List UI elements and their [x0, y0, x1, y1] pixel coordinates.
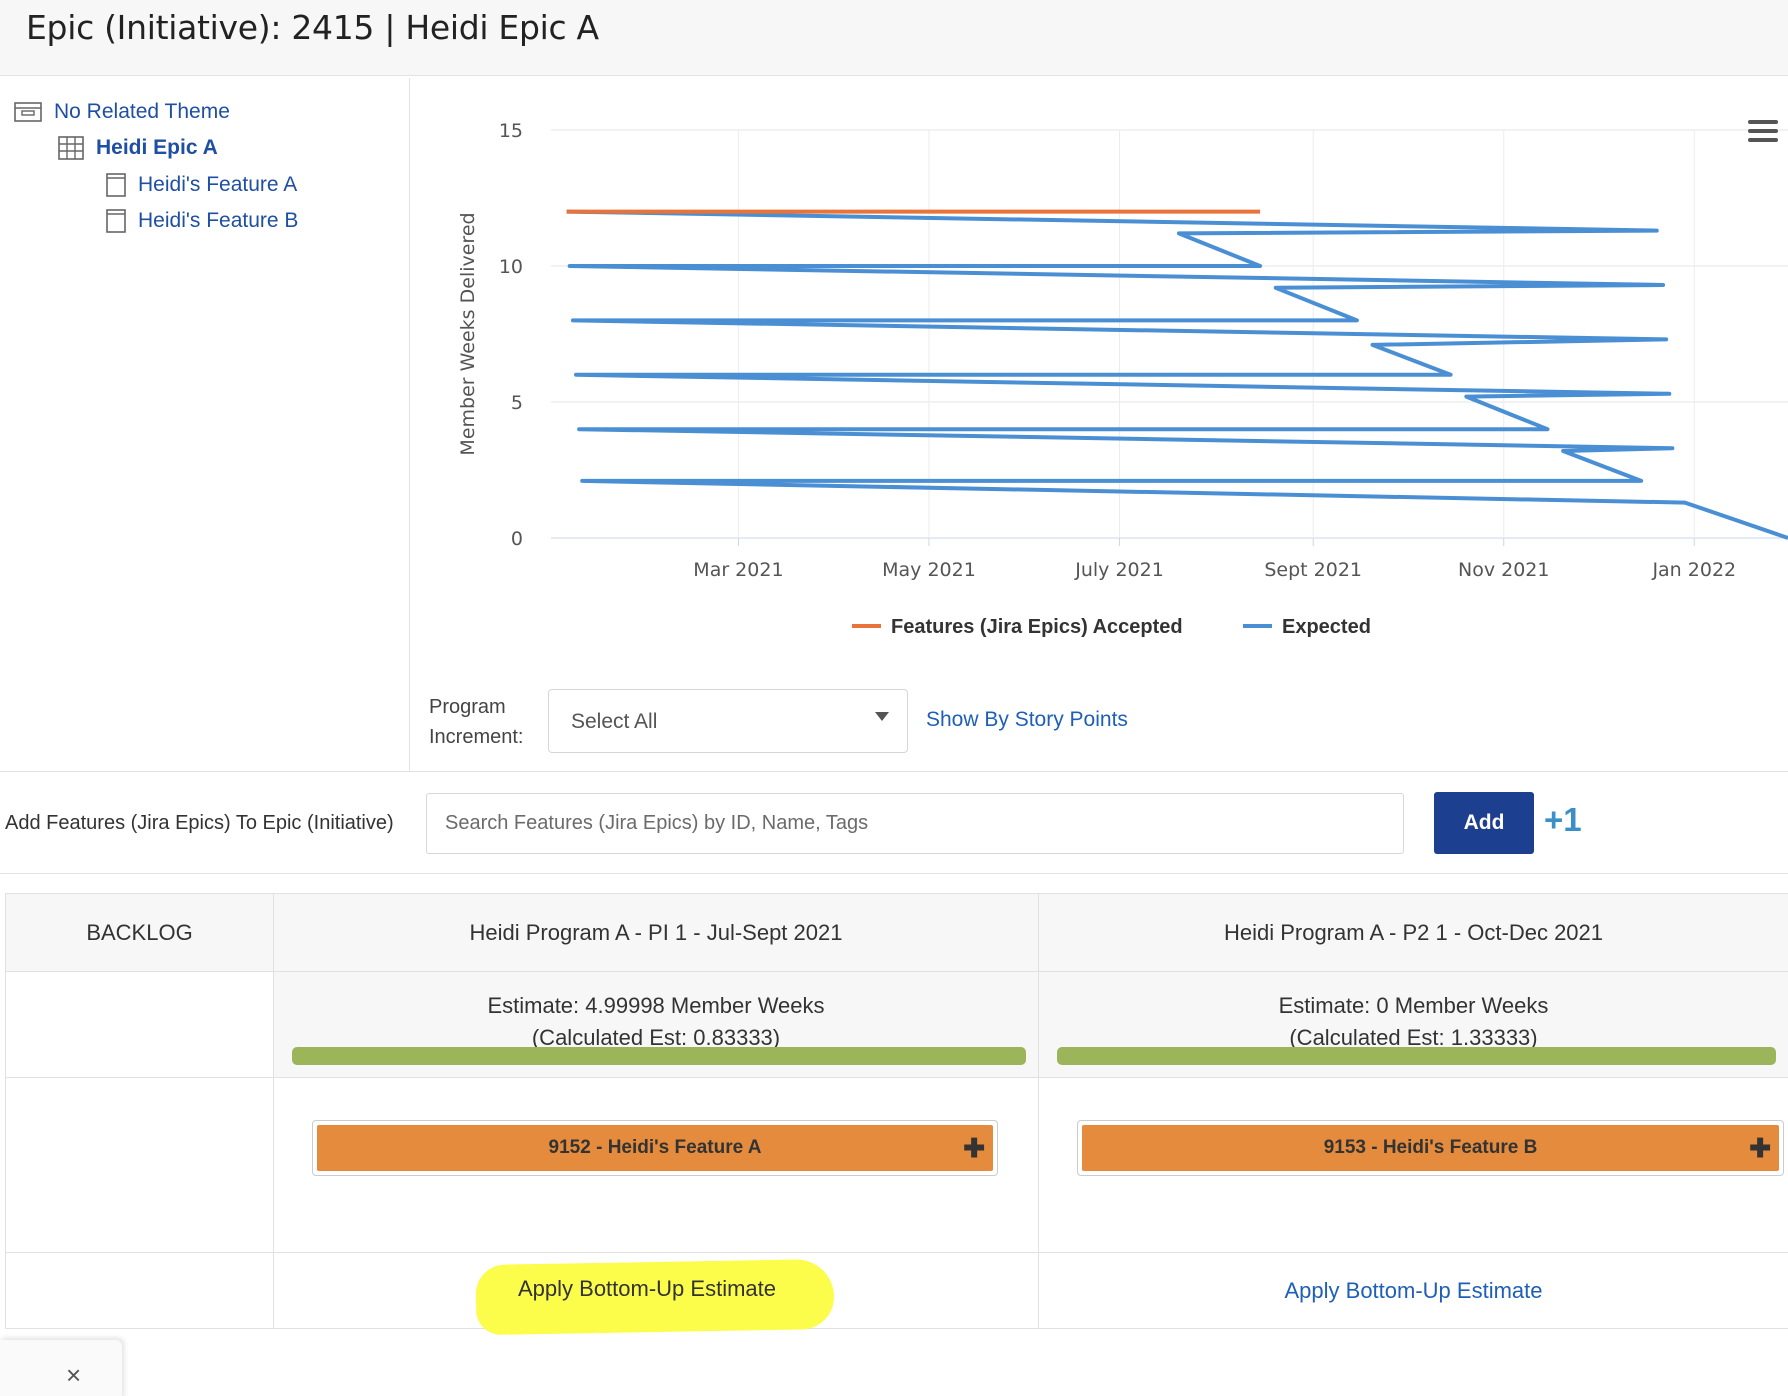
feature-card[interactable]: 9152 - Heidi's Feature A ✚: [312, 1120, 998, 1176]
x-tick-label: Jan 2022: [1651, 559, 1736, 581]
document-icon: [106, 173, 126, 197]
select-value: Select All: [571, 710, 658, 733]
legend-label-expected: Expected: [1282, 616, 1371, 638]
plus-icon[interactable]: ✚: [963, 1125, 985, 1171]
tree-item-epic[interactable]: Heidi Epic A: [58, 136, 218, 160]
backlog-apply-cell: [5, 1252, 274, 1329]
document-icon: [106, 209, 126, 233]
tree-epic-label: Heidi Epic A: [96, 136, 218, 159]
page-title: Epic (Initiative): 2415 | Heidi Epic A: [26, 8, 599, 47]
series-expected-line: [566, 209, 1788, 540]
capacity-bar: [292, 1047, 1026, 1065]
x-tick-label: Mar 2021: [693, 559, 783, 581]
planning-board: BACKLOG Heidi Program A - PI 1 - Jul-Sep…: [5, 893, 1788, 1329]
divider: [0, 873, 1788, 874]
backlog-estimate-cell: [5, 971, 274, 1078]
backlog-feature-cell: [5, 1077, 274, 1253]
y-tick-label: 10: [499, 256, 523, 278]
tree-feature-label: Heidi's Feature A: [138, 173, 298, 196]
column-header: Heidi Program A - P2 1 - Oct-Dec 2021: [1038, 893, 1788, 972]
x-tick-label: July 2021: [1074, 559, 1164, 581]
tree-item-feature-b[interactable]: Heidi's Feature B: [106, 209, 298, 233]
apply-bottom-up-estimate-link[interactable]: Apply Bottom-Up Estimate: [518, 1276, 776, 1302]
y-tick-label: 0: [511, 528, 523, 550]
apply-cell: Apply Bottom-Up Estimate: [1038, 1252, 1788, 1329]
feature-cell: 9152 - Heidi's Feature A ✚: [273, 1077, 1039, 1253]
estimate-text: Estimate: 0 Member Weeks: [1278, 993, 1549, 1018]
feature-cell: 9153 - Heidi's Feature B ✚: [1038, 1077, 1788, 1253]
tree-theme-label: No Related Theme: [54, 100, 230, 123]
bottom-tab: ×: [0, 1340, 122, 1396]
show-by-story-points-link[interactable]: Show By Story Points: [926, 708, 1128, 732]
estimate-text: Estimate: 4.99998 Member Weeks: [487, 993, 825, 1018]
x-tick-label: Sept 2021: [1264, 559, 1362, 581]
program-increment-select[interactable]: Select All: [548, 689, 908, 753]
y-axis-title: Member Weeks Delivered: [457, 212, 479, 455]
column-header: Heidi Program A - PI 1 - Jul-Sept 2021: [273, 893, 1039, 972]
x-tick-label: May 2021: [882, 559, 976, 581]
tree-feature-label: Heidi's Feature B: [138, 209, 299, 232]
chevron-down-icon: [875, 712, 889, 721]
hierarchy-tree: No Related Theme Heidi Epic A Heidi's Fe…: [0, 78, 410, 771]
feature-card-label: 9152 - Heidi's Feature A: [548, 1137, 762, 1158]
y-tick-label: 5: [511, 392, 523, 414]
feature-card-label: 9153 - Heidi's Feature B: [1323, 1137, 1538, 1158]
theme-icon: [14, 102, 42, 122]
add-features-label: Add Features (Jira Epics) To Epic (Initi…: [5, 812, 394, 834]
backlog-header: BACKLOG: [5, 893, 274, 972]
feature-search-input[interactable]: [426, 793, 1404, 854]
program-increment-label: Program Increment:: [429, 696, 524, 748]
feature-card[interactable]: 9153 - Heidi's Feature B ✚: [1077, 1120, 1784, 1176]
estimate-cell: Estimate: 4.99998 Member Weeks (Calculat…: [273, 971, 1039, 1078]
add-button[interactable]: Add: [1434, 792, 1534, 854]
plus-one-button[interactable]: +1: [1544, 801, 1582, 839]
chart-svg: 0 5 10 15 Mar 2021 May 2021 July 2021 Sept 2021…: [457, 120, 1788, 638]
x-tick-label: Nov 2021: [1458, 559, 1549, 581]
divider: [0, 771, 1788, 772]
burnup-chart: 0 5 10 15 Mar 2021 May 2021 July 2021 Sept 2021…: [411, 78, 1788, 678]
chart-menu-icon[interactable]: [1748, 120, 1778, 146]
capacity-bar: [1057, 1047, 1776, 1065]
tree-item-theme[interactable]: No Related Theme: [14, 100, 230, 124]
grid-icon: [58, 136, 84, 160]
apply-bottom-up-estimate-link[interactable]: Apply Bottom-Up Estimate: [1285, 1278, 1543, 1303]
close-icon[interactable]: ×: [66, 1360, 81, 1391]
plus-icon[interactable]: ✚: [1749, 1125, 1771, 1171]
tree-item-feature-a[interactable]: Heidi's Feature A: [106, 173, 297, 197]
legend-label-accepted: Features (Jira Epics) Accepted: [891, 616, 1183, 638]
page-header: Epic (Initiative): 2415 | Heidi Epic A: [0, 0, 1788, 76]
y-tick-label: 15: [499, 120, 523, 142]
estimate-cell: Estimate: 0 Member Weeks (Calculated Est…: [1038, 971, 1788, 1078]
